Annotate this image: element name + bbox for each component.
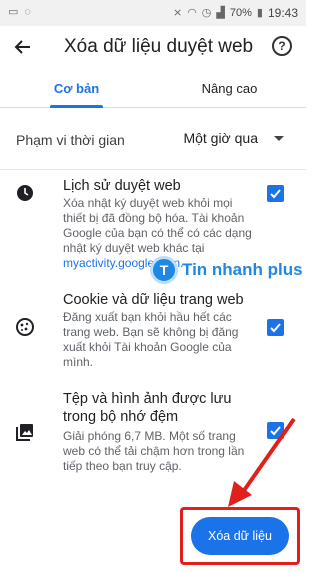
battery-icon: ▮ bbox=[256, 7, 263, 19]
cookies-checkbox[interactable] bbox=[267, 319, 284, 336]
watermark-logo: T bbox=[150, 256, 178, 284]
clock-icon bbox=[17, 185, 33, 201]
page-title: Xóa dữ liệu duyệt web bbox=[64, 36, 254, 57]
mute-icon: ⨯ bbox=[172, 7, 183, 19]
clock: 19:43 bbox=[267, 6, 298, 20]
watermark-text: Tin nhanh plus bbox=[182, 260, 303, 279]
option-cookies[interactable]: Cookie và dữ liệu trang web Đăng xuất bạ… bbox=[0, 285, 306, 375]
annotation-arrow bbox=[228, 417, 296, 507]
messenger-icon: ◌ bbox=[24, 6, 31, 18]
wifi-icon: ◠ bbox=[187, 7, 197, 19]
back-button[interactable] bbox=[10, 34, 36, 60]
time-range-value: Một giờ qua bbox=[183, 130, 258, 146]
watermark: T Tin nhanh plus bbox=[150, 253, 310, 287]
arrow-left-icon bbox=[14, 40, 30, 54]
signal-icon: ▟ bbox=[216, 7, 225, 19]
history-checkbox[interactable] bbox=[267, 185, 284, 202]
tab-bar: Cơ bản Nâng cao bbox=[0, 68, 306, 108]
status-bar: ▭ ◌ ⨯ ◠ ◷ ▟ 70% ▮ 19:43 bbox=[0, 0, 306, 26]
cookies-title: Cookie và dữ liệu trang web bbox=[63, 292, 244, 308]
cookie-icon bbox=[16, 318, 34, 336]
checkmark-icon bbox=[270, 189, 281, 199]
annotation-highlight-box: Xóa dữ liệu bbox=[180, 507, 300, 565]
app-bar: Xóa dữ liệu duyệt web ? bbox=[0, 26, 306, 68]
history-title: Lịch sử duyệt web bbox=[63, 178, 181, 194]
image-icon bbox=[16, 424, 33, 441]
tab-advanced[interactable]: Nâng cao bbox=[153, 68, 306, 108]
dropdown-caret-icon bbox=[274, 135, 284, 141]
time-range-label: Phạm vi thời gian bbox=[16, 132, 125, 148]
time-range-row: Phạm vi thời gian Một giờ qua bbox=[0, 108, 306, 170]
cookies-description: Đăng xuất bạn khỏi hầu hết các trang web… bbox=[63, 310, 239, 369]
alarm-icon: ◷ bbox=[201, 7, 212, 19]
checkmark-icon bbox=[270, 323, 281, 333]
help-icon[interactable]: ? bbox=[272, 36, 292, 56]
time-range-dropdown[interactable]: Một giờ qua bbox=[183, 130, 284, 146]
battery-level: 70% bbox=[229, 7, 252, 19]
history-description-text: Xóa nhật ký duyệt web khỏi mọi thiết bị … bbox=[63, 196, 252, 255]
tab-basic[interactable]: Cơ bản bbox=[0, 68, 153, 108]
gallery-icon: ▭ bbox=[8, 6, 19, 18]
clear-data-button[interactable]: Xóa dữ liệu bbox=[191, 517, 289, 555]
